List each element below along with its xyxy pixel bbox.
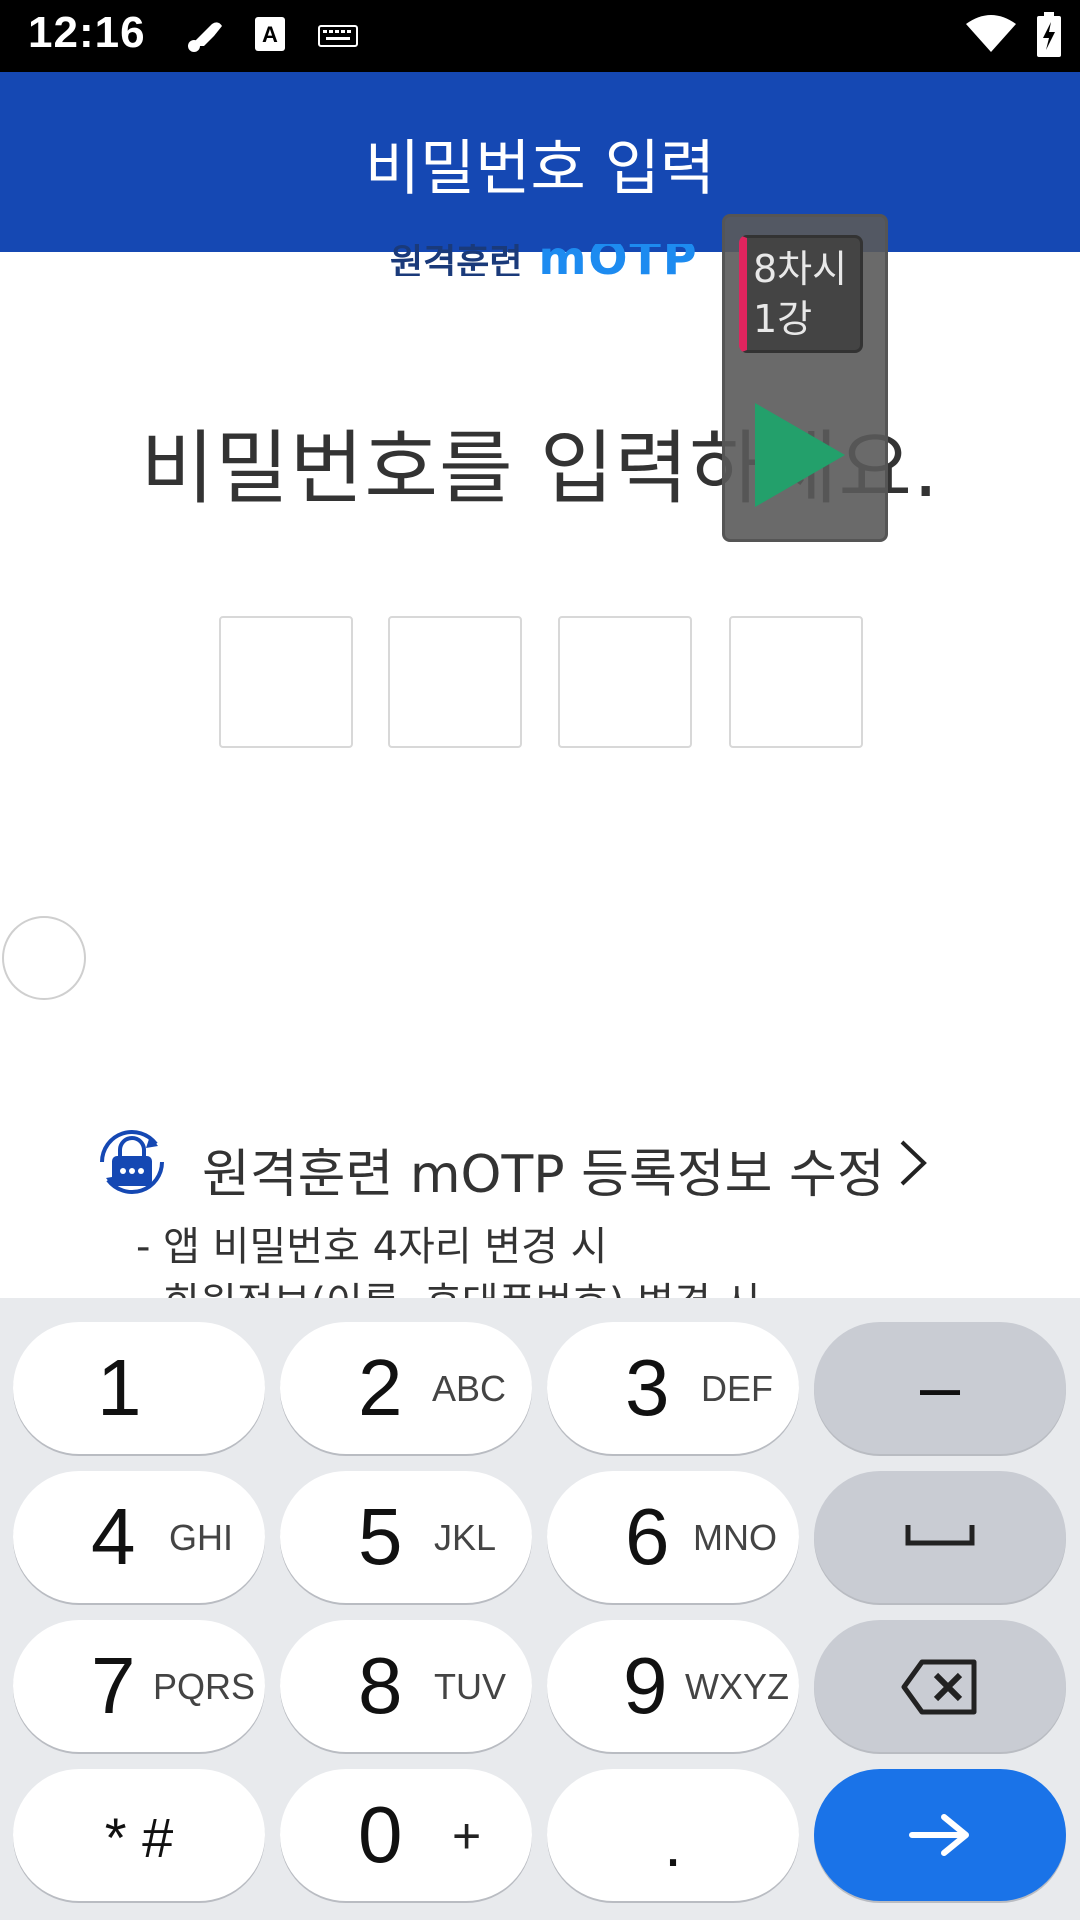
key-star-hash-label: * #: [104, 1806, 174, 1869]
pin-digit-4[interactable]: [729, 616, 863, 748]
info-line-1: - 앱 비밀번호 4자리 변경 시: [136, 1224, 608, 1270]
play-icon[interactable]: [755, 403, 845, 507]
logo-brand: mOTP: [538, 244, 699, 276]
floating-player-widget[interactable]: 8차시 1강: [722, 214, 888, 542]
numeric-keyboard: 1 2 ABC 3 DEF – 4 GHI 5 JKL 6 MNO 7 PQRS…: [0, 1298, 1080, 1920]
key-8[interactable]: 8 TUV: [280, 1620, 532, 1752]
password-prompt: 비밀번호를 입력하세요.: [140, 422, 940, 515]
key-2-digit: 2: [358, 1343, 403, 1432]
key-backspace[interactable]: [814, 1620, 1066, 1752]
key-6-letters: MNO: [693, 1517, 777, 1558]
key-dash-label: –: [919, 1347, 961, 1427]
page-title: 비밀번호 입력: [364, 134, 716, 204]
key-dash[interactable]: –: [814, 1322, 1066, 1454]
edit-registration-title: 원격훈련 mOTP 등록정보 수정: [202, 1145, 885, 1205]
status-time: 12:16: [28, 8, 146, 57]
key-7-digit: 7: [91, 1641, 136, 1730]
key-1-digit: 1: [97, 1343, 142, 1432]
pin-digit-3[interactable]: [558, 616, 692, 748]
key-3-digit: 3: [625, 1343, 670, 1432]
keyboard-icon: [318, 24, 358, 52]
svg-text:A: A: [262, 22, 278, 47]
key-9-digit: 9: [623, 1641, 668, 1730]
key-4-letters: GHI: [169, 1517, 234, 1558]
key-3-letters: DEF: [701, 1368, 773, 1409]
battery-charging-icon: [1036, 12, 1062, 62]
key-5[interactable]: 5 JKL: [280, 1471, 532, 1603]
status-bar: 12:16 A: [0, 0, 1080, 72]
key-space[interactable]: [814, 1471, 1066, 1603]
bug-icon: [184, 16, 228, 60]
key-period-label: .: [664, 1808, 682, 1880]
app-bar: 비밀번호 입력: [0, 72, 1080, 252]
key-4[interactable]: 4 GHI: [13, 1471, 265, 1603]
key-7-letters: PQRS: [153, 1666, 256, 1707]
backspace-icon: [900, 1658, 978, 1720]
key-5-letters: JKL: [434, 1517, 497, 1558]
key-6-digit: 6: [625, 1492, 670, 1581]
lesson-number: 1강: [753, 297, 813, 341]
wifi-icon: [964, 14, 1018, 58]
key-0-digit: 0: [358, 1790, 403, 1879]
lesson-session: 8차시: [753, 247, 848, 291]
info-line-2: - 회원정보(이름, 휴대폰번호) 변경 시: [136, 1270, 760, 1298]
logo-korean: 원격훈련: [390, 244, 523, 277]
lock-refresh-icon: [88, 1118, 176, 1206]
key-enter[interactable]: [814, 1769, 1066, 1901]
key-0-plus: +: [452, 1808, 482, 1864]
key-6[interactable]: 6 MNO: [547, 1471, 799, 1603]
key-9-letters: WXYZ: [685, 1666, 789, 1707]
pin-digit-1[interactable]: [219, 616, 353, 748]
pin-digit-2[interactable]: [388, 616, 522, 748]
key-7[interactable]: 7 PQRS: [13, 1620, 265, 1752]
motp-logo: 원격훈련 mOTP: [390, 244, 699, 276]
chevron-right-icon: [898, 1138, 928, 1192]
key-8-digit: 8: [358, 1641, 403, 1730]
key-1[interactable]: 1: [13, 1322, 265, 1454]
key-star-hash[interactable]: * #: [13, 1769, 265, 1901]
key-5-digit: 5: [358, 1492, 403, 1581]
lesson-badge: 8차시 1강: [739, 235, 863, 353]
key-2[interactable]: 2 ABC: [280, 1322, 532, 1454]
key-period[interactable]: .: [547, 1769, 799, 1901]
loading-spinner: [2, 916, 86, 1000]
key-4-digit: 4: [91, 1492, 136, 1581]
key-8-letters: TUV: [434, 1666, 506, 1707]
font-a-icon: A: [254, 16, 286, 56]
space-icon: [904, 1521, 976, 1555]
key-3[interactable]: 3 DEF: [547, 1322, 799, 1454]
key-2-letters: ABC: [432, 1368, 507, 1409]
edit-registration-link[interactable]: 원격훈련 mOTP 등록정보 수정: [88, 1118, 988, 1208]
key-0[interactable]: 0 +: [280, 1769, 532, 1901]
arrow-right-icon: [908, 1811, 972, 1863]
key-9[interactable]: 9 WXYZ: [547, 1620, 799, 1752]
